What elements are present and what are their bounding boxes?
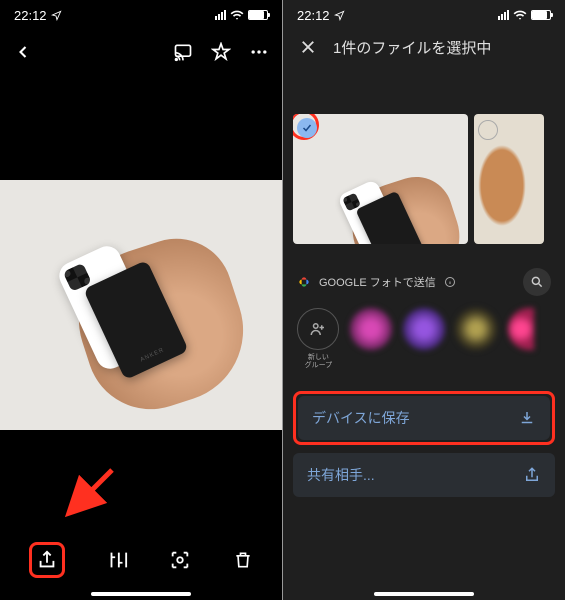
wifi-icon	[230, 8, 244, 22]
download-icon	[518, 409, 536, 427]
photo-content	[41, 205, 241, 405]
contact-avatar[interactable]	[455, 308, 498, 350]
google-photos-section: GOOGLE フォトで送信 新しい グループ	[283, 244, 565, 377]
share-label: 共有相手...	[307, 465, 375, 485]
delete-button[interactable]	[232, 549, 254, 571]
google-photos-label: GOOGLE フォトで送信	[319, 274, 436, 290]
annotation-arrow	[60, 462, 120, 522]
contact-avatar[interactable]	[350, 308, 393, 350]
photo-viewer[interactable]	[0, 180, 282, 430]
cast-icon[interactable]	[172, 41, 194, 63]
wifi-icon	[513, 8, 527, 22]
photo-bottom-bar	[0, 530, 282, 600]
close-button[interactable]	[297, 36, 319, 58]
photo-view-screen: 22:12	[0, 0, 282, 600]
selection-thumbnails	[283, 64, 565, 244]
share-to-button[interactable]: 共有相手...	[293, 453, 555, 497]
edit-button[interactable]	[106, 549, 128, 571]
signal-icon	[215, 10, 226, 20]
annotation-highlight-save: デバイスに保存	[293, 391, 555, 445]
save-to-device-button[interactable]: デバイスに保存	[298, 396, 550, 440]
selection-empty-icon[interactable]	[478, 120, 498, 140]
battery-icon	[248, 10, 268, 20]
search-button[interactable]	[523, 268, 551, 296]
status-time: 22:12	[297, 8, 330, 23]
share-options: デバイスに保存 共有相手...	[283, 377, 565, 497]
share-header: 1件のファイルを選択中	[283, 30, 565, 64]
thumbnail-selected[interactable]	[293, 114, 468, 244]
share-header-title: 1件のファイルを選択中	[333, 37, 491, 58]
back-button[interactable]	[12, 41, 34, 63]
status-bar: 22:12	[0, 0, 282, 30]
home-indicator[interactable]	[374, 592, 474, 596]
home-indicator[interactable]	[91, 592, 191, 596]
new-group-button[interactable]: 新しい グループ	[297, 308, 340, 371]
contact-avatar[interactable]	[403, 308, 446, 350]
more-icon[interactable]	[248, 41, 270, 63]
share-icon	[523, 466, 541, 484]
battery-icon	[531, 10, 551, 20]
annotation-highlight-share	[29, 542, 65, 578]
thumbnail-unselected[interactable]	[474, 114, 544, 244]
signal-icon	[498, 10, 509, 20]
status-bar: 22:12	[283, 0, 565, 30]
lens-button[interactable]	[169, 549, 191, 571]
contact-avatar[interactable]	[508, 308, 551, 350]
star-icon[interactable]	[210, 41, 232, 63]
share-sheet-screen: 22:12 1件のファイルを選択中	[283, 0, 565, 600]
selection-check-icon[interactable]	[297, 118, 317, 138]
google-photos-icon	[297, 275, 311, 289]
share-contacts-row: 新しい グループ	[297, 296, 551, 377]
photo-top-bar	[0, 30, 282, 74]
location-icon	[51, 10, 62, 21]
info-icon[interactable]	[444, 276, 456, 288]
share-button[interactable]	[36, 549, 58, 571]
save-label: デバイスに保存	[312, 408, 410, 428]
status-time: 22:12	[14, 8, 47, 23]
location-icon	[334, 10, 345, 21]
